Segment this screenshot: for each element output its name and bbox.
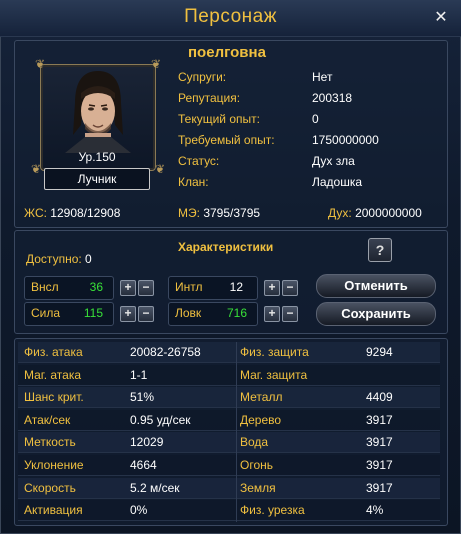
column-divider xyxy=(236,342,237,522)
class-label: Лучник xyxy=(44,168,150,190)
stat-label: Физ. защита xyxy=(240,345,309,359)
stat-value: 0.95 уд/сек xyxy=(130,412,191,427)
table-row: Скорость 5.2 м/сек Земля 3917 xyxy=(18,477,440,499)
stat-label: Физ. атака xyxy=(24,345,83,359)
hp-readout: ЖС: 12908/12908 xyxy=(24,206,120,220)
save-button[interactable]: Сохранить xyxy=(316,302,436,326)
stat-label: Огонь xyxy=(240,458,273,472)
table-row: Уклонение 4664 Огонь 3917 xyxy=(18,455,440,476)
table-row: Физ. атака 20082-26758 Физ. защита 9294 xyxy=(18,342,440,363)
stat-value: 12029 xyxy=(130,435,164,450)
stat-label: Шанс крит. xyxy=(24,390,84,405)
stat-endurance-label: Внсл xyxy=(31,280,59,294)
stat-label: Металл xyxy=(240,390,283,405)
stat-label: Скорость xyxy=(24,480,76,495)
required-exp-label: Требуемый опыт: xyxy=(178,133,275,147)
close-icon[interactable]: ✕ xyxy=(433,10,449,26)
table-row: Атак/сек 0.95 уд/сек Дерево 3917 xyxy=(18,409,440,431)
stat-value: 1-1 xyxy=(130,367,148,382)
stat-value: 5.2 м/сек xyxy=(130,480,180,495)
spouse-label: Супруги: xyxy=(178,70,227,84)
agility-plus-button[interactable]: + xyxy=(264,306,280,322)
stat-value: 4% xyxy=(366,503,384,518)
stat-endurance: Внсл 36 xyxy=(24,276,114,300)
stat-value: 51% xyxy=(130,390,155,405)
mp-value: 3795/3795 xyxy=(203,206,261,220)
title-bar[interactable]: Персонаж ✕ xyxy=(0,0,461,37)
stat-intellect-value: 12 xyxy=(229,280,243,294)
status-label: Статус: xyxy=(178,154,220,168)
stat-label: Дерево xyxy=(240,412,282,427)
stat-agility-label: Ловк xyxy=(175,306,202,320)
mp-readout: МЭ: 3795/3795 xyxy=(178,206,260,220)
reputation-label: Репутация: xyxy=(178,91,241,105)
avatar xyxy=(65,71,131,153)
stat-value: 3917 xyxy=(366,435,393,450)
stat-value: 3917 xyxy=(366,480,393,495)
strength-minus-button[interactable]: − xyxy=(138,306,154,322)
mp-label: МЭ: xyxy=(178,206,200,220)
available-value: 0 xyxy=(85,252,92,266)
stat-endurance-value: 36 xyxy=(89,280,103,294)
available-label: Доступно: xyxy=(26,252,82,266)
level-label: Ур.150 xyxy=(78,150,116,164)
required-exp-value: 1750000000 xyxy=(312,133,379,147)
table-row: Активация 0% Физ. урезка 4% xyxy=(18,500,440,522)
stat-value: 9294 xyxy=(366,345,393,359)
attributes-title: Характеристики xyxy=(178,240,274,254)
character-name: поелговна xyxy=(188,44,266,61)
stat-label: Атак/сек xyxy=(24,412,71,427)
spirit-value: 2000000000 xyxy=(355,206,422,220)
window-title: Персонаж xyxy=(184,6,277,27)
endurance-minus-button[interactable]: − xyxy=(138,280,154,296)
stat-value: 4409 xyxy=(366,390,393,405)
stat-label: Активация xyxy=(24,503,83,518)
stat-value: 0% xyxy=(130,503,148,518)
hp-label: ЖС: xyxy=(24,206,47,220)
stat-agility-value: 716 xyxy=(226,306,247,320)
stat-label: Земля xyxy=(240,480,276,495)
stat-label: Маг. атака xyxy=(24,367,82,382)
spirit-label: Дух: xyxy=(328,206,352,220)
intellect-minus-button[interactable]: − xyxy=(282,280,298,296)
table-row: Шанс крит. 51% Металл 4409 xyxy=(18,387,440,409)
clan-label: Клан: xyxy=(178,175,209,189)
agility-minus-button[interactable]: − xyxy=(282,306,298,322)
stat-label: Меткость xyxy=(24,435,76,450)
current-exp-value: 0 xyxy=(312,112,319,126)
available-points: Доступно: 0 xyxy=(26,252,92,266)
stat-value: 4664 xyxy=(130,458,157,472)
intellect-plus-button[interactable]: + xyxy=(264,280,280,296)
hp-value: 12908/12908 xyxy=(50,206,121,220)
spouse-value: Нет xyxy=(312,70,333,84)
table-row: Меткость 12029 Вода 3917 xyxy=(18,432,440,454)
stat-agility: Ловк 716 xyxy=(168,302,258,326)
stat-value: 3917 xyxy=(366,458,393,472)
stat-strength: Сила 115 xyxy=(24,302,114,326)
spirit-readout: Дух: 2000000000 xyxy=(328,206,422,220)
endurance-plus-button[interactable]: + xyxy=(120,280,136,296)
stat-label: Физ. урезка xyxy=(240,503,305,518)
cancel-button[interactable]: Отменить xyxy=(316,274,436,298)
stat-label: Вода xyxy=(240,435,269,450)
help-button[interactable]: ? xyxy=(368,238,392,262)
status-value: Дух зла xyxy=(312,154,355,168)
current-exp-label: Текущий опыт: xyxy=(178,112,260,126)
reputation-value: 200318 xyxy=(312,91,353,105)
table-row: Маг. атака 1-1 Маг. защита xyxy=(18,364,440,386)
stat-label: Уклонение xyxy=(24,458,84,472)
stat-strength-label: Сила xyxy=(31,306,61,320)
stat-intellect: Интл 12 xyxy=(168,276,258,300)
strength-plus-button[interactable]: + xyxy=(120,306,136,322)
stat-intellect-label: Интл xyxy=(175,280,203,294)
stat-label: Маг. защита xyxy=(240,367,308,382)
stat-value: 20082-26758 xyxy=(130,345,201,359)
stat-strength-value: 115 xyxy=(83,306,103,320)
stat-value: 3917 xyxy=(366,412,393,427)
clan-value: Ладошка xyxy=(312,175,363,189)
